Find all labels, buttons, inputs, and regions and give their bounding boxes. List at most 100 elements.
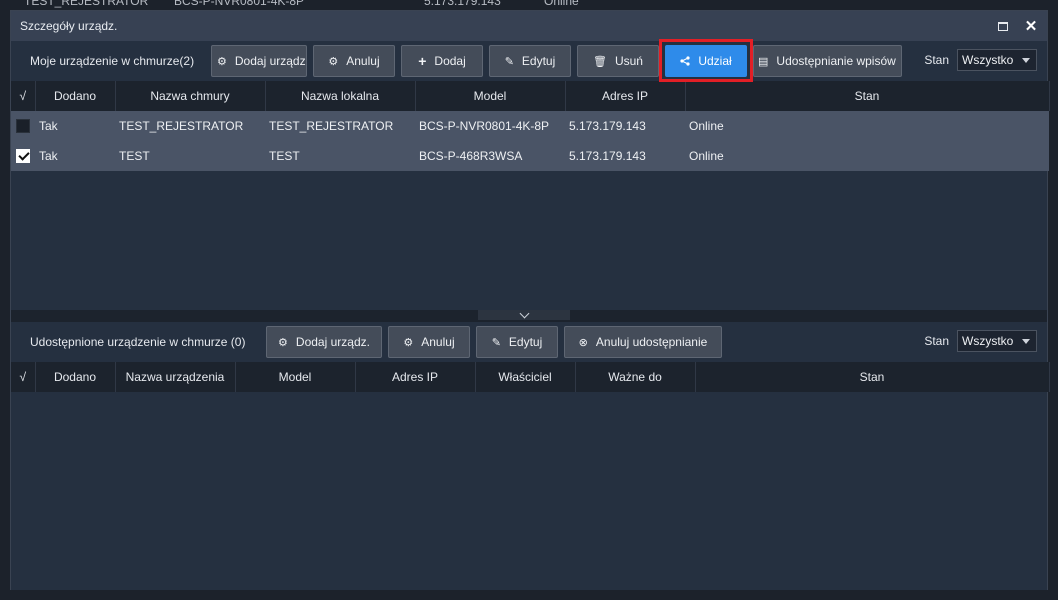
background-right: [1048, 10, 1058, 600]
my-devices-empty-area: [11, 171, 1047, 310]
share-list-icon: ▤: [758, 55, 769, 68]
bg-device-status: Online: [544, 0, 579, 8]
shared-cancel-label: Anuluj: [421, 335, 455, 349]
pencil-icon: ✎: [491, 336, 501, 349]
cell-model: BCS-P-468R3WSA: [415, 141, 565, 171]
share-entry-button[interactable]: ▤ Udostępnianie wpisów: [753, 45, 902, 77]
cell-added: Tak: [35, 141, 115, 171]
gear-icon: ⚙: [278, 336, 288, 349]
background-left: [0, 10, 10, 600]
shared-status-filter: Stan Wszystko: [924, 330, 1037, 352]
dialog-titlebar[interactable]: Szczegóły urządz. ✕: [11, 11, 1047, 41]
cell-status: Online: [685, 141, 1049, 171]
my-devices-table: √ Dodano Nazwa chmury Nazwa lokalna Mode…: [11, 81, 1050, 171]
col-local-name[interactable]: Nazwa lokalna: [265, 81, 416, 111]
my-cloud-devices-label: Moje urządzenie w chmurze(2): [30, 54, 195, 68]
col-check[interactable]: √: [11, 81, 36, 111]
dialog-title: Szczegóły urządz.: [20, 19, 118, 33]
col-owner[interactable]: Właściciel: [475, 362, 576, 392]
cell-status: Online: [685, 111, 1049, 141]
status-select[interactable]: Wszystko: [957, 49, 1037, 71]
col-device-name[interactable]: Nazwa urządzenia: [115, 362, 236, 392]
shared-devices-table: √ Dodano Nazwa urządzenia Model Adres IP…: [11, 362, 1050, 392]
col-ip[interactable]: Adres IP: [565, 81, 686, 111]
status-filter: Stan Wszystko: [924, 49, 1037, 71]
status-select-value: Wszystko: [962, 53, 1014, 67]
add-label: Dodaj: [434, 54, 466, 68]
gear-icon: ⚙: [217, 55, 227, 68]
cancel-circle-icon: ⊗: [578, 336, 588, 349]
col-check[interactable]: √: [11, 362, 36, 392]
col-valid-until[interactable]: Ważne do: [575, 362, 696, 392]
col-model[interactable]: Model: [235, 362, 356, 392]
bg-device-model: BCS-P-NVR0801-4K-8P: [174, 0, 305, 8]
status-filter-label: Stan: [924, 53, 949, 67]
cell-local-name: TEST: [265, 141, 415, 171]
share-label: Udział: [698, 54, 732, 68]
collapse-handle[interactable]: [478, 308, 570, 320]
table-row[interactable]: Tak TEST TEST BCS-P-468R3WSA 5.173.179.1…: [11, 141, 1049, 171]
share-button[interactable]: Udział: [665, 45, 747, 77]
cell-cloud-name: TEST: [115, 141, 265, 171]
pane-splitter[interactable]: [11, 308, 1047, 322]
edit-label: Edytuj: [521, 54, 556, 68]
cancel-sharing-label: Anuluj udostępnianie: [595, 335, 708, 349]
col-ip[interactable]: Adres IP: [355, 362, 476, 392]
cancel-sharing-button[interactable]: ⊗ Anuluj udostępnianie: [564, 326, 722, 358]
cell-model: BCS-P-NVR0801-4K-8P: [415, 111, 565, 141]
pencil-icon: ✎: [504, 55, 514, 68]
cancel-button[interactable]: ⚙ Anuluj: [313, 45, 395, 77]
col-added[interactable]: Dodano: [35, 81, 116, 111]
background-device-row: TEST_REJESTRATOR BCS-P-NVR0801-4K-8P 5.1…: [0, 0, 1058, 10]
add-device-button[interactable]: ⚙ Dodaj urządz.: [211, 45, 307, 77]
cell-added: Tak: [35, 111, 115, 141]
bg-device-name: TEST_REJESTRATOR: [24, 0, 149, 8]
my-cloud-devices-toolbar: Moje urządzenie w chmurze(2) ⚙ Dodaj urz…: [11, 39, 1047, 82]
table-header-row: √ Dodano Nazwa chmury Nazwa lokalna Mode…: [11, 81, 1050, 111]
trash-icon: 🗑: [593, 55, 607, 68]
table-row[interactable]: Tak TEST_REJESTRATOR TEST_REJESTRATOR BC…: [11, 111, 1049, 141]
shared-devices-label: Udostępnione urządzenie w chmurze (0): [30, 335, 246, 349]
shared-cancel-button[interactable]: ⚙ Anuluj: [388, 326, 470, 358]
shared-devices-toolbar: Udostępnione urządzenie w chmurze (0) ⚙ …: [11, 322, 1047, 362]
gear-minus-icon: ⚙: [403, 336, 414, 349]
shared-edit-button[interactable]: ✎ Edytuj: [476, 326, 558, 358]
add-button[interactable]: + Dodaj: [401, 45, 483, 77]
close-icon: ✕: [1024, 17, 1038, 35]
shared-edit-label: Edytuj: [508, 335, 543, 349]
row-checkbox[interactable]: [16, 119, 30, 134]
col-status[interactable]: Stan: [695, 362, 1050, 392]
shared-devices-empty-area: [11, 392, 1047, 590]
cell-ip: 5.173.179.143: [565, 141, 685, 171]
background-bottom: [0, 590, 1058, 600]
plus-icon: +: [418, 53, 427, 69]
device-details-dialog: Szczegóły urządz. ✕ Moje urządzenie w ch…: [10, 10, 1050, 590]
shared-add-device-label: Dodaj urządz.: [295, 335, 370, 349]
col-status[interactable]: Stan: [685, 81, 1050, 111]
chevron-down-icon: [1022, 57, 1030, 63]
shared-status-select-value: Wszystko: [962, 334, 1014, 348]
table-header-row: √ Dodano Nazwa urządzenia Model Adres IP…: [11, 362, 1050, 392]
col-added[interactable]: Dodano: [35, 362, 116, 392]
col-model[interactable]: Model: [415, 81, 566, 111]
delete-button[interactable]: 🗑 Usuń: [577, 45, 659, 77]
shared-add-device-button[interactable]: ⚙ Dodaj urządz.: [266, 326, 382, 358]
edit-button[interactable]: ✎ Edytuj: [489, 45, 571, 77]
delete-label: Usuń: [614, 54, 643, 68]
row-checkbox[interactable]: [16, 149, 30, 164]
close-button[interactable]: ✕: [1023, 18, 1039, 34]
gear-minus-icon: ⚙: [328, 55, 339, 68]
maximize-button[interactable]: [995, 18, 1011, 34]
chevron-down-icon: [1022, 338, 1030, 344]
cell-cloud-name: TEST_REJESTRATOR: [115, 111, 265, 141]
shared-status-select[interactable]: Wszystko: [957, 330, 1037, 352]
maximize-icon: [998, 21, 1008, 31]
share-icon: [680, 56, 690, 66]
share-entry-label: Udostępnianie wpisów: [776, 54, 896, 68]
cell-local-name: TEST_REJESTRATOR: [265, 111, 415, 141]
shared-status-filter-label: Stan: [924, 334, 949, 348]
bg-device-ip: 5.173.179.143: [424, 0, 501, 8]
chevron-down-icon: [519, 308, 529, 318]
col-cloud-name[interactable]: Nazwa chmury: [115, 81, 266, 111]
add-device-label: Dodaj urządz.: [234, 54, 307, 68]
